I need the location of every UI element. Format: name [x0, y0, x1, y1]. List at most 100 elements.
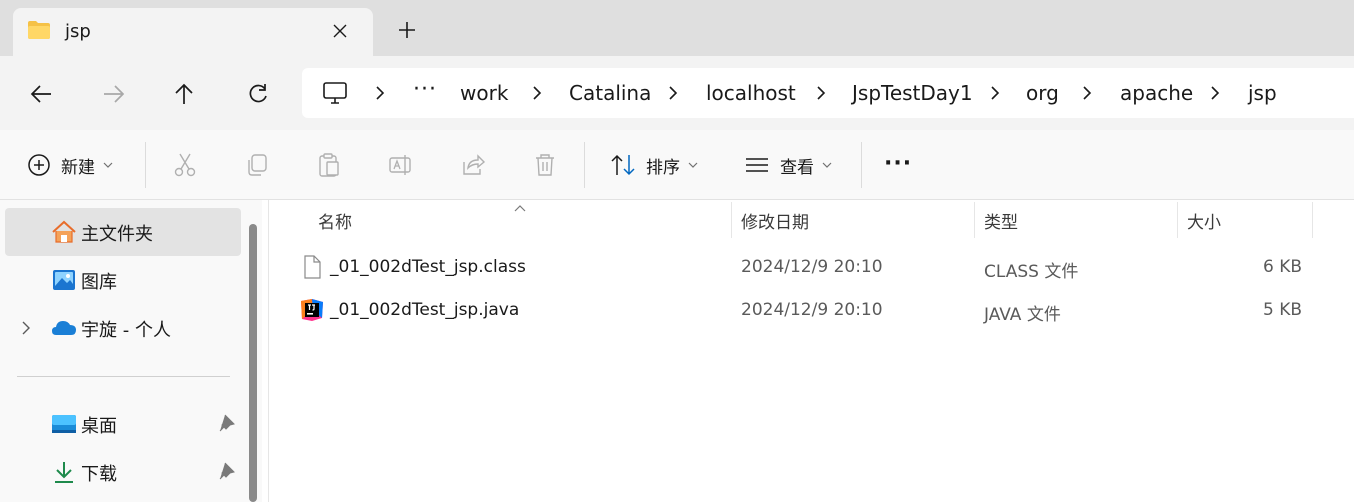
breadcrumb-item-jsptestday1[interactable]: JspTestDay1 — [852, 81, 973, 105]
copy-icon — [248, 154, 267, 176]
view-button[interactable]: 查看 — [744, 150, 832, 180]
new-button[interactable]: 新建 — [27, 150, 113, 180]
sidebar-item-onedrive[interactable]: 宇旋 - 个人 — [5, 304, 241, 352]
chevron-right-icon[interactable] — [530, 83, 544, 103]
column-header-modified[interactable]: 修改日期 — [741, 200, 809, 240]
sidebar-item-label: 主文件夹 — [81, 224, 153, 245]
breadcrumb-item-apache[interactable]: apache — [1120, 81, 1193, 105]
chevron-right-icon[interactable] — [373, 83, 387, 103]
sidebar-item-gallery[interactable]: 图库 — [5, 256, 241, 304]
column-divider[interactable] — [1312, 202, 1313, 238]
arrow-left-icon — [30, 85, 51, 103]
breadcrumb-item-localhost[interactable]: localhost — [706, 81, 796, 105]
refresh-icon — [249, 84, 267, 103]
address-bar[interactable]: ··· work Catalina localhost JspTestDay1 … — [302, 68, 1354, 118]
tab-title: jsp — [65, 21, 91, 42]
view-label: 查看 — [780, 157, 814, 178]
this-pc-icon[interactable] — [322, 81, 348, 105]
column-header-name[interactable]: 名称 — [318, 200, 352, 240]
paste-button[interactable] — [316, 150, 342, 180]
download-icon — [51, 460, 77, 484]
file-type: CLASS 文件 — [984, 262, 1079, 282]
plus-icon — [399, 22, 415, 38]
scrollbar-thumb[interactable] — [249, 224, 257, 502]
pane-divider[interactable] — [268, 200, 269, 502]
breadcrumb-item-catalina[interactable]: Catalina — [569, 81, 651, 105]
up-button[interactable] — [166, 76, 202, 112]
scissors-icon — [174, 153, 196, 177]
breadcrumb-item-work[interactable]: work — [460, 81, 508, 105]
cut-button[interactable] — [172, 150, 198, 180]
close-tab-button[interactable] — [327, 18, 353, 44]
column-header-type[interactable]: 类型 — [984, 200, 1018, 240]
navigation-bar: ··· work Catalina localhost JspTestDay1 … — [0, 56, 1354, 130]
sort-label: 排序 — [646, 157, 680, 178]
back-button[interactable] — [23, 76, 59, 112]
breadcrumb-overflow[interactable]: ··· — [413, 77, 437, 102]
sidebar-item-desktop[interactable]: 桌面 — [5, 400, 241, 448]
file-name: _01_002dTest_jsp.class — [330, 257, 526, 277]
tab-strip: jsp — [0, 0, 1354, 56]
sidebar-item-label: 桌面 — [81, 416, 117, 437]
chevron-down-icon — [822, 162, 832, 168]
new-tab-button[interactable] — [395, 18, 419, 42]
forward-button[interactable] — [96, 76, 132, 112]
column-divider[interactable] — [974, 202, 975, 238]
copy-button[interactable] — [244, 150, 270, 180]
plus-circle-icon — [28, 154, 50, 176]
rename-button[interactable] — [388, 150, 414, 180]
command-bar: 新建 排序 查看 ··· — [0, 130, 1354, 200]
divider — [861, 142, 862, 188]
share-icon — [463, 154, 486, 175]
sidebar-item-downloads[interactable]: 下载 — [5, 448, 241, 496]
tab-jsp[interactable]: jsp — [13, 8, 373, 56]
column-divider[interactable] — [731, 202, 732, 238]
file-row[interactable]: _01_002dTest_jsp.class 2024/12/9 20:10 C… — [288, 246, 1312, 288]
chevron-down-icon — [103, 162, 113, 168]
file-explorer-window: jsp ··· work Catalina localhost JspTestD… — [0, 0, 1354, 502]
chevron-right-icon[interactable] — [21, 320, 31, 340]
divider — [584, 142, 585, 188]
breadcrumb-item-org[interactable]: org — [1026, 81, 1059, 105]
chevron-right-icon[interactable] — [988, 83, 1002, 103]
breadcrumb-item-jsp[interactable]: jsp — [1248, 81, 1277, 105]
file-modified: 2024/12/9 20:10 — [741, 300, 883, 320]
close-icon — [333, 24, 347, 38]
intellij-icon — [300, 298, 324, 322]
file-row[interactable]: _01_002dTest_jsp.java 2024/12/9 20:10 JA… — [288, 289, 1312, 331]
column-divider[interactable] — [1177, 202, 1178, 238]
share-button[interactable] — [460, 150, 486, 180]
chevron-right-icon[interactable] — [666, 83, 680, 103]
sort-button[interactable]: 排序 — [610, 150, 698, 180]
column-header-size[interactable]: 大小 — [1187, 200, 1221, 240]
chevron-right-icon[interactable] — [1208, 83, 1222, 103]
navigation-pane: 主文件夹 图库 宇旋 - 个人 桌面 下载 — [0, 200, 262, 502]
sidebar-scrollbar[interactable] — [246, 224, 260, 502]
file-modified: 2024/12/9 20:10 — [741, 257, 883, 277]
file-name: _01_002dTest_jsp.java — [330, 300, 520, 320]
chevron-right-icon[interactable] — [814, 83, 828, 103]
chevron-right-icon[interactable] — [1080, 83, 1094, 103]
desktop-icon — [51, 412, 77, 436]
pin-icon[interactable] — [219, 462, 235, 484]
sidebar-item-home[interactable]: 主文件夹 — [5, 208, 241, 256]
arrow-right-icon — [104, 85, 125, 103]
clipboard-icon — [319, 153, 339, 177]
new-label: 新建 — [61, 157, 95, 178]
folder-icon — [27, 20, 51, 40]
file-type: JAVA 文件 — [984, 305, 1061, 325]
arrow-up-icon — [175, 83, 193, 104]
file-icon — [300, 255, 324, 279]
file-size: 6 KB — [1262, 257, 1302, 277]
file-size: 5 KB — [1262, 300, 1302, 320]
more-options-button[interactable]: ··· — [884, 148, 912, 178]
refresh-button[interactable] — [240, 76, 276, 112]
rename-icon — [389, 155, 411, 175]
pin-icon[interactable] — [219, 414, 235, 436]
delete-button[interactable] — [532, 150, 558, 180]
home-icon — [51, 220, 77, 244]
cloud-icon — [51, 316, 77, 340]
gallery-icon — [51, 268, 77, 292]
sidebar-item-label: 宇旋 - 个人 — [81, 320, 171, 341]
chevron-down-icon — [688, 162, 698, 168]
